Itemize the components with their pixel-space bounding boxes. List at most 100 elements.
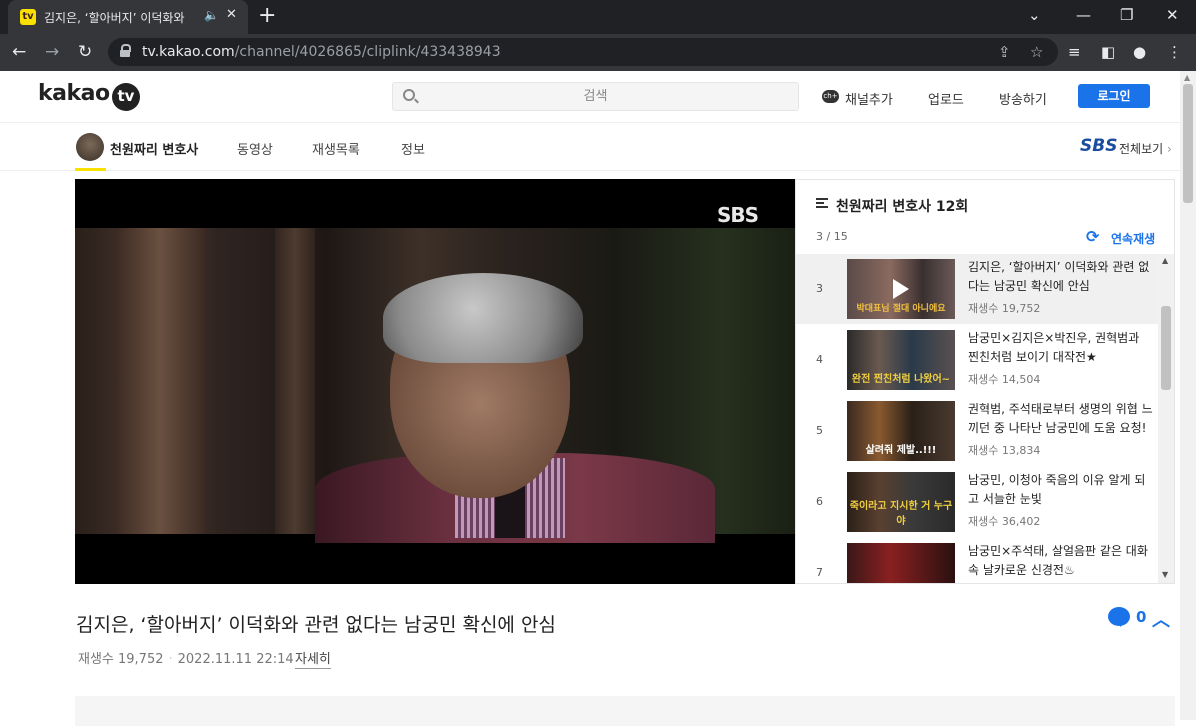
playlist-title[interactable]: 천원짜리 변호사 12회 [836, 196, 968, 216]
add-channel-link[interactable]: 채널추가 [845, 89, 893, 108]
scroll-thumb[interactable] [1183, 84, 1193, 203]
view-all-link[interactable]: 전체보기 › [1119, 140, 1172, 157]
comment-count[interactable]: 0 [1136, 608, 1146, 626]
sbs-logo[interactable]: SBS [1080, 136, 1117, 156]
item-number: 5 [816, 424, 823, 437]
list-item[interactable]: 3 박대표님 절대 아니에요 김지은, ‘할아버지’ 이덕화와 관련 없다는 남… [796, 254, 1158, 324]
item-title[interactable]: 권혁범, 주석태로부터 생명의 위협 느끼던 중 나타난 남궁민에 도움 요청! [968, 400, 1153, 438]
audio-playing-icon[interactable]: 🔈 [204, 8, 219, 22]
media-control-icon[interactable]: ≡ [1068, 43, 1081, 61]
item-views: 재생수 36,402 [968, 515, 1041, 528]
item-views: 재생수 14,504 [968, 373, 1041, 386]
back-icon[interactable]: ← [12, 42, 26, 62]
scene-hair [383, 273, 583, 363]
page-scrollbar[interactable]: ▲ [1180, 71, 1196, 720]
video-thumbnail[interactable]: 완전 찐친처럼 나왔어~ [847, 330, 955, 390]
video-thumbnail[interactable]: 살려줘 제발..!!! [847, 401, 955, 461]
video-title: 김지은, ‘할아버지’ 이덕화와 관련 없다는 남궁민 확신에 안심 [76, 614, 556, 636]
chevron-right-icon: › [1167, 142, 1172, 156]
broadcast-link[interactable]: 방송하기 [999, 89, 1047, 108]
playlist-scrollbar[interactable]: ▲ ▼ [1158, 254, 1174, 583]
kakao-tv-favicon: tv [20, 9, 36, 25]
item-title[interactable]: 김지은, ‘할아버지’ 이덕화와 관련 없다는 남궁민 확신에 안심 [968, 258, 1153, 296]
item-number: 4 [816, 353, 823, 366]
new-tab-button[interactable]: + [258, 3, 276, 28]
play-icon [893, 279, 909, 299]
item-title[interactable]: 남궁민×주석태, 살얼음판 같은 대화 속 날카로운 신경전♨ [968, 542, 1153, 580]
video-views: 재생수 19,752 [78, 652, 164, 667]
channel-avatar[interactable] [76, 133, 104, 161]
thumbnail-caption: 살려줘 제발..!!! [865, 445, 937, 456]
video-thumbnail[interactable]: 죽이라고 지시한 거 누구야 [847, 472, 955, 532]
list-item[interactable]: 6 죽이라고 지시한 거 누구야 남궁민, 이청아 죽음의 이유 알게 되고 서… [796, 467, 1158, 537]
video-thumbnail[interactable]: 박대표님 절대 아니에요 [847, 259, 955, 319]
reload-icon[interactable]: ↻ [78, 42, 92, 62]
browser-tab[interactable]: tv 김지은, ‘할아버지’ 이덕화와 🔈 ✕ [8, 0, 248, 34]
playlist-position: 3 / 15 [816, 230, 848, 243]
item-number: 6 [816, 495, 823, 508]
tab-search-icon[interactable]: ⌄ [1028, 6, 1041, 24]
tab-title: 김지은, ‘할아버지’ 이덕화와 [44, 11, 185, 25]
item-title[interactable]: 남궁민, 이청아 죽음의 이유 알게 되고 서늘한 눈빛 [968, 471, 1153, 509]
tab-videos[interactable]: 동영상 [237, 139, 273, 158]
thumbnail-caption: 죽이라고 지시한 거 누구야 [849, 501, 953, 527]
item-views: 재생수 19,752 [968, 302, 1041, 315]
url-text: tv.kakao.com/channel/4026865/cliplink/43… [142, 44, 501, 60]
tab-playlists[interactable]: 재생목록 [312, 139, 360, 158]
chevron-up-icon[interactable]: ︿ [1152, 606, 1170, 632]
search-box[interactable] [392, 82, 799, 111]
browser-tab-bar: tv 김지은, ‘할아버지’ 이덕화와 🔈 ✕ + ⌄ — ❐ ✕ [0, 0, 1196, 34]
active-tab-indicator [75, 168, 106, 171]
sbs-watermark: SBS [717, 203, 759, 227]
side-panel-icon[interactable]: ◧ [1101, 43, 1115, 61]
detail-link[interactable]: 자세히 [295, 648, 331, 669]
thumbnail-caption: 완전 찐친처럼 나왔어~ [851, 374, 951, 385]
profile-icon[interactable]: ● [1133, 43, 1146, 61]
list-item[interactable]: 7 남궁민×주석태, 살얼음판 같은 대화 속 날카로운 신경전♨ [796, 538, 1158, 583]
address-bar: ← → ↻ tv.kakao.com/channel/4026865/clipl… [0, 34, 1196, 71]
scroll-up-icon[interactable]: ▲ [1162, 256, 1168, 265]
upload-link[interactable]: 업로드 [928, 89, 964, 108]
channel-nav: 천원짜리 변호사 동영상 재생목록 정보 SBS 전체보기 › [0, 123, 1180, 171]
search-icon[interactable] [403, 89, 415, 101]
tab-info[interactable]: 정보 [401, 139, 425, 158]
view-all-label: 전체보기 [1119, 142, 1164, 156]
login-button[interactable]: 로그인 [1078, 84, 1150, 108]
item-number: 3 [816, 282, 823, 295]
list-icon [816, 198, 828, 208]
video-player[interactable]: SBS [75, 179, 795, 584]
bookmark-star-icon[interactable]: ☆ [1030, 43, 1043, 61]
add-channel-icon[interactable]: ch+ [822, 90, 839, 103]
scene-pillar [115, 228, 205, 534]
minimize-button[interactable]: — [1076, 6, 1091, 24]
channel-name[interactable]: 천원짜리 변호사 [110, 139, 198, 158]
video-frame [75, 228, 795, 543]
video-thumbnail[interactable] [847, 543, 955, 583]
restore-button[interactable]: ❐ [1120, 6, 1133, 24]
comment-icon[interactable] [1108, 607, 1130, 627]
search-input[interactable] [423, 83, 768, 110]
site-header: kakao tv ch+ 채널추가 업로드 방송하기 로그인 [0, 71, 1180, 123]
item-title[interactable]: 남궁민×김지은×박진우, 권혁범과 찐친처럼 보이기 대작전★ [968, 329, 1153, 367]
share-icon[interactable]: ⇪ [998, 43, 1011, 61]
content-box [75, 696, 1175, 726]
close-window-button[interactable]: ✕ [1166, 6, 1179, 24]
menu-dots-icon[interactable]: ⋮ [1167, 43, 1182, 61]
forward-icon[interactable]: → [45, 42, 59, 62]
list-item[interactable]: 5 살려줘 제발..!!! 권혁범, 주석태로부터 생명의 위협 느끼던 중 나… [796, 396, 1158, 466]
close-tab-icon[interactable]: ✕ [226, 7, 237, 22]
playlist-scroll-thumb[interactable] [1161, 306, 1171, 390]
scroll-up-icon[interactable]: ▲ [1184, 73, 1190, 82]
playlist-items: 3 박대표님 절대 아니에요 김지은, ‘할아버지’ 이덕화와 관련 없다는 남… [796, 254, 1158, 583]
lock-icon[interactable] [120, 44, 131, 57]
video-meta: 재생수 19,752 · 2022.11.11 22:14 [78, 652, 294, 667]
list-item[interactable]: 4 완전 찐친처럼 나왔어~ 남궁민×김지은×박진우, 권혁범과 찐친처럼 보이… [796, 325, 1158, 395]
thumbnail-caption: 박대표님 절대 아니에요 [856, 304, 946, 314]
autoplay-toggle[interactable]: 연속재생 [1111, 230, 1155, 247]
repeat-icon[interactable]: ⟳ [1086, 227, 1099, 246]
scroll-down-icon[interactable]: ▼ [1162, 570, 1168, 579]
kakao-logo[interactable]: kakao [38, 81, 110, 106]
item-number: 7 [816, 566, 823, 579]
url-field[interactable]: tv.kakao.com/channel/4026865/cliplink/43… [108, 38, 1058, 66]
tv-logo[interactable]: tv [112, 83, 140, 111]
